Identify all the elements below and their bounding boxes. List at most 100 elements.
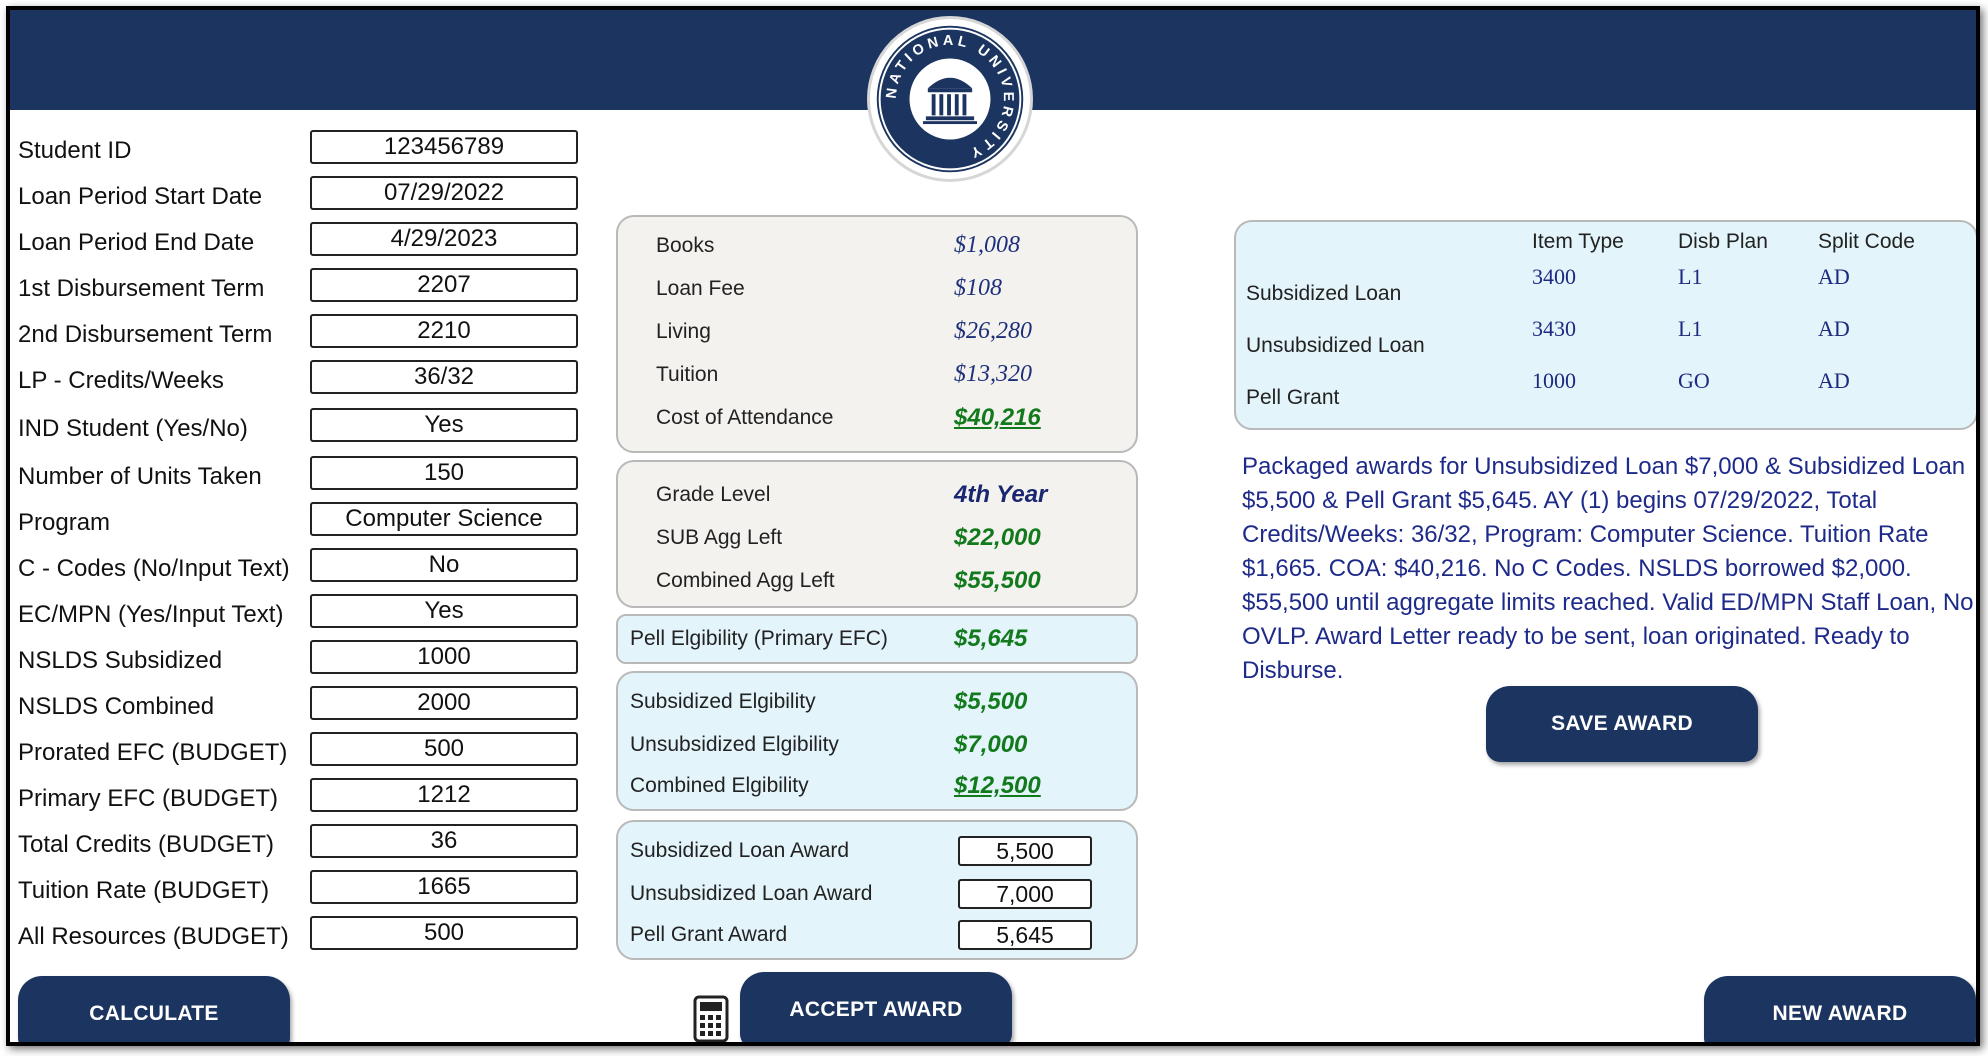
award-summary-text: Packaged awards for Unsubsidized Loan $7… [1242,453,1974,684]
grade-level-value: 4th Year [954,481,1048,508]
program-label: Program [18,509,111,536]
sub-agg-value: $22,000 [954,524,1041,551]
combined-eligibility-value: $12,500 [954,772,1041,799]
pell-award-label: Pell Grant Award [630,923,788,946]
ec-mpn-input[interactable] [310,594,578,628]
primary-efc-input[interactable] [310,778,578,812]
form-row-program: Program [10,502,600,542]
app-frame: NATIONAL UNIVERSITY Student ID Loan Peri… [6,6,1980,1046]
student-id-input[interactable] [310,130,578,164]
unsub-eligibility-value: $7,000 [954,731,1028,758]
disb2-label: 2nd Disbursement Term [18,321,273,348]
ind-student-input[interactable] [310,408,578,442]
coa-row-living: Living $26,280 [618,315,1136,349]
grade-level-label: Grade Level [656,483,771,506]
combined-agg-value: $55,500 [954,567,1041,594]
nslds-sub-input[interactable] [310,640,578,674]
grade-level-row: Grade Level 4th Year [618,478,1136,512]
codes-row-pell-disb-plan: GO [1678,368,1710,393]
form-row-prorated-efc: Prorated EFC (BUDGET) [10,732,600,772]
codes-row-unsub-item-type: 3430 [1532,316,1576,341]
unsub-eligibility-label: Unsubsidized Elgibility [630,733,839,756]
combined-eligibility-label: Combined Elgibility [630,774,809,797]
unsub-award-row: Unsubsidized Loan Award [618,877,1136,911]
tuition-label: Tuition [656,363,719,386]
form-row-nslds-combined: NSLDS Combined [10,686,600,726]
loan-fee-value: $108 [954,275,1002,301]
tuition-value: $13,320 [954,361,1032,387]
form-row-ind-student: IND Student (Yes/No) [10,408,600,448]
program-input[interactable] [310,502,578,536]
pell-award-row: Pell Grant Award [618,918,1136,952]
codes-row-pell-item-type: 1000 [1532,368,1576,393]
item-type-header: Item Type [1532,230,1624,253]
ec-mpn-label: EC/MPN (Yes/Input Text) [18,601,284,628]
living-value: $26,280 [954,318,1032,344]
form-row-all-resources: All Resources (BUDGET) [10,916,600,956]
accept-award-button[interactable]: ACCEPT AWARD [740,972,1012,1042]
disb-plan-header: Disb Plan [1678,230,1768,253]
c-codes-label: C - Codes (No/Input Text) [18,555,290,582]
disb1-input[interactable] [310,268,578,302]
codes-row-sub-label: Subsidized Loan [1246,282,1402,305]
form-row-loan-start: Loan Period Start Date [10,176,600,216]
codes-row-unsub-split-code: AD [1818,316,1850,341]
combined-eligibility-row: Combined Elgibility $12,500 [618,769,1136,803]
loan-end-label: Loan Period End Date [18,229,255,256]
nslds-combined-input[interactable] [310,686,578,720]
disb1-label: 1st Disbursement Term [18,275,265,302]
cost-of-attendance-label: Cost of Attendance [656,406,834,429]
loan-eligibility-panel: Subsidized Elgibility $5,500 Unsubsidize… [616,671,1138,811]
unsub-award-input[interactable] [958,879,1092,909]
codes-row-sub-item-type: 3400 [1532,264,1576,289]
living-label: Living [656,320,711,343]
disb2-input[interactable] [310,314,578,348]
ind-student-label: IND Student (Yes/No) [18,415,248,442]
save-award-button[interactable]: SAVE AWARD [1486,686,1758,762]
pell-eligibility-value: $5,645 [954,625,1028,652]
all-resources-label: All Resources (BUDGET) [18,923,289,950]
all-resources-input[interactable] [310,916,578,950]
aggregate-panel: Grade Level 4th Year SUB Agg Left $22,00… [616,460,1138,608]
tuition-rate-label: Tuition Rate (BUDGET) [18,877,270,904]
form-row-units: Number of Units Taken [10,456,600,496]
nslds-combined-label: NSLDS Combined [18,693,215,720]
coa-row-loan-fee: Loan Fee $108 [618,272,1136,306]
coa-row-tuition: Tuition $13,320 [618,358,1136,392]
calculate-button[interactable]: CALCULATE [18,976,290,1042]
coa-row-books: Books $1,008 [618,229,1136,263]
pell-eligibility-row: Pell Elgibility (Primary EFC) $5,645 [618,622,1136,656]
student-id-label: Student ID [18,137,132,164]
form-row-ec-mpn: EC/MPN (Yes/Input Text) [10,594,600,634]
form-row-tuition-rate: Tuition Rate (BUDGET) [10,870,600,910]
books-label: Books [656,234,715,257]
coa-row-total: Cost of Attendance $40,216 [618,401,1136,435]
pell-eligibility-panel: Pell Elgibility (Primary EFC) $5,645 [616,614,1138,664]
university-logo: NATIONAL UNIVERSITY [867,16,1033,182]
form-row-credits-weeks: LP - Credits/Weeks [10,360,600,400]
loan-fee-label: Loan Fee [656,277,745,300]
tuition-rate-input[interactable] [310,870,578,904]
sub-award-input[interactable] [958,836,1092,866]
form-row-primary-efc: Primary EFC (BUDGET) [10,778,600,818]
form-row-nslds-sub: NSLDS Subsidized [10,640,600,680]
units-input[interactable] [310,456,578,490]
loan-start-label: Loan Period Start Date [18,183,263,210]
pell-eligibility-label: Pell Elgibility (Primary EFC) [630,627,888,650]
total-credits-input[interactable] [310,824,578,858]
loan-start-input[interactable] [310,176,578,210]
c-codes-input[interactable] [310,548,578,582]
award-amounts-panel: Subsidized Loan Award Unsubsidized Loan … [616,820,1138,960]
sub-eligibility-label: Subsidized Elgibility [630,690,816,713]
form-row-disb2: 2nd Disbursement Term [10,314,600,354]
unsub-award-label: Unsubsidized Loan Award [630,882,873,905]
form-row-disb1: 1st Disbursement Term [10,268,600,308]
new-award-button[interactable]: NEW AWARD [1704,976,1976,1042]
loan-end-input[interactable] [310,222,578,256]
credits-weeks-input[interactable] [310,360,578,394]
prorated-efc-input[interactable] [310,732,578,766]
pell-award-input[interactable] [958,920,1092,950]
cost-of-attendance-value: $40,216 [954,404,1041,431]
credits-weeks-label: LP - Credits/Weeks [18,367,224,394]
sub-agg-row: SUB Agg Left $22,000 [618,521,1136,555]
